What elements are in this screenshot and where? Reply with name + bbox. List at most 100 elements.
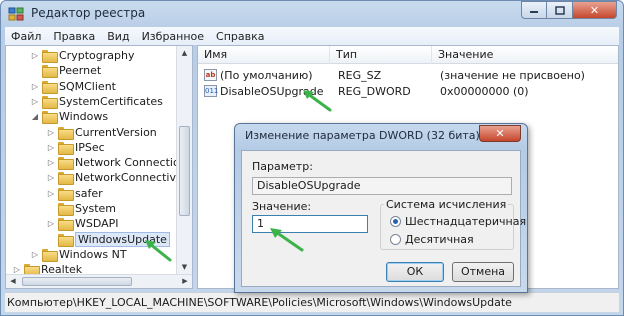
list-row-disableosupgrade[interactable]: 011 DisableOSUpgrade REG_DWORD 0x0000000…	[198, 83, 529, 99]
expand-arrow-icon[interactable]: ▷	[30, 250, 40, 259]
param-label: Параметр:	[252, 160, 313, 173]
radio-unselected-icon	[390, 234, 401, 245]
folder-icon	[58, 126, 74, 140]
cancel-button[interactable]: Отмена	[452, 262, 514, 282]
expand-arrow-icon[interactable]: ▷	[46, 173, 56, 182]
ok-button[interactable]: ОК	[386, 262, 444, 282]
tree-node[interactable]: Peernet	[30, 63, 101, 79]
title-bar: Редактор реестра ✕	[1, 1, 623, 27]
expand-arrow-icon[interactable]: ▷	[46, 143, 56, 152]
close-icon: ✕	[495, 127, 505, 140]
tree-horizontal-scrollbar[interactable]: ◀ ▶	[6, 274, 192, 288]
scroll-up-icon[interactable]: ▲	[177, 46, 192, 60]
dialog-title: Изменение параметра DWORD (32 бита)	[245, 129, 480, 142]
tree-node[interactable]: ▷ WSDAPI	[46, 216, 119, 232]
row-value: (значение не присвоено)	[440, 68, 585, 82]
column-type[interactable]: Тип	[330, 46, 432, 64]
expand-arrow-icon[interactable]: ▷	[46, 128, 56, 137]
expand-arrow-icon[interactable]: ▷	[46, 219, 56, 228]
row-name: DisableOSUpgrade	[220, 84, 324, 98]
dword-value-icon: 011	[204, 85, 219, 97]
maximize-icon	[554, 5, 565, 15]
radio-decimal[interactable]: Десятичная	[390, 233, 474, 246]
dialog-close-button[interactable]: ✕	[479, 125, 521, 142]
tree-node-label: SQMClient	[59, 79, 116, 93]
scroll-thumb[interactable]	[179, 126, 190, 216]
tree-node-label: Network Connections	[75, 156, 193, 170]
radio-selected-icon	[390, 216, 401, 227]
tree-node[interactable]: ▷ safer	[46, 186, 103, 201]
menu-view[interactable]: Вид	[101, 30, 135, 43]
window-title: Редактор реестра	[31, 6, 146, 20]
menu-edit[interactable]: Правка	[47, 30, 101, 43]
dialog-body: Параметр: DisableOSUpgrade Значение: 1 С…	[241, 150, 526, 287]
radio-hexadecimal-label: Шестнадцатеричная	[405, 215, 527, 228]
tree-vertical-scrollbar[interactable]: ▲ ▼	[176, 46, 192, 274]
tree-node[interactable]: WindowsUpdate	[46, 231, 170, 247]
row-type: REG_SZ	[338, 68, 382, 82]
menu-help[interactable]: Справка	[210, 30, 270, 43]
menu-file[interactable]: Файл	[5, 30, 47, 43]
tree-node[interactable]: ▷ SQMClient	[30, 79, 116, 94]
column-name[interactable]: Имя	[198, 46, 330, 64]
scroll-thumb-horizontal[interactable]	[22, 277, 132, 286]
list-row-default[interactable]: ab (По умолчанию) REG_SZ (значение не пр…	[198, 67, 585, 83]
column-value[interactable]: Значение	[432, 46, 618, 64]
value-label: Значение:	[252, 200, 312, 213]
minimize-button[interactable]	[521, 1, 547, 19]
folder-icon	[42, 80, 58, 94]
tree-node-label: CurrentVersion	[75, 125, 157, 139]
folder-icon	[58, 187, 74, 201]
tree-node-label: WindowsUpdate	[75, 231, 170, 247]
base-label: Система исчисления	[384, 198, 509, 211]
row-name: (По умолчанию)	[220, 68, 313, 82]
folder-icon	[42, 65, 58, 79]
key-tree[interactable]: ▷ Realtek ▷ Windows NT WindowsUpdate ▷ WSDAPI S…	[5, 45, 193, 289]
tree-node-label: Windows NT	[59, 247, 127, 261]
row-type: REG_DWORD	[338, 84, 411, 98]
menu-bar: Файл Правка Вид Избранное Справка	[5, 27, 619, 45]
expand-arrow-icon[interactable]: ▷	[46, 158, 56, 167]
list-header: Имя Тип Значение	[198, 46, 618, 64]
tree-node-label: IPSec	[75, 140, 105, 154]
param-name-field: DisableOSUpgrade	[252, 177, 512, 195]
expanded-arrow-icon[interactable]: ◢	[30, 112, 40, 121]
folder-icon	[42, 111, 58, 125]
expand-arrow-icon[interactable]: ▷	[30, 51, 40, 60]
tree-node[interactable]: ▷ Cryptography	[30, 48, 134, 63]
tree-node[interactable]: ▷ Network Connections	[46, 155, 193, 171]
tree-node[interactable]: ▷ NetworkConnectivityS	[46, 170, 192, 186]
folder-icon	[58, 172, 74, 186]
folder-icon	[42, 50, 58, 63]
folder-icon	[58, 203, 74, 216]
radio-hexadecimal[interactable]: Шестнадцатеричная	[390, 215, 526, 228]
folder-icon	[42, 95, 58, 109]
tree-node-label: System	[75, 202, 117, 215]
tree-node[interactable]: ▷ Windows NT	[30, 247, 127, 262]
menu-favorites[interactable]: Избранное	[136, 30, 210, 43]
maximize-button[interactable]	[547, 1, 573, 19]
close-button[interactable]: ✕	[573, 1, 617, 19]
expand-arrow-icon[interactable]: ▷	[30, 97, 40, 106]
tree-node[interactable]: ▷ IPSec	[46, 140, 105, 155]
tree-node[interactable]: ▷ CurrentVersion	[46, 125, 157, 140]
folder-icon	[58, 157, 74, 171]
value-data-input[interactable]: 1	[252, 215, 368, 233]
tree-node-label: Windows	[59, 110, 109, 124]
scroll-right-icon[interactable]: ▶	[178, 275, 192, 288]
tree-node-label: WSDAPI	[75, 217, 119, 231]
edit-dword-dialog: Изменение параметра DWORD (32 бита) ✕ Па…	[234, 123, 528, 293]
folder-icon	[58, 233, 74, 247]
expand-arrow-icon[interactable]: ▷	[12, 265, 22, 274]
tree-node-label: SystemCertificates	[59, 94, 163, 108]
tree-node[interactable]: ▷ SystemCertificates	[30, 94, 163, 109]
scroll-left-icon[interactable]: ◀	[6, 275, 20, 288]
minimize-icon	[530, 11, 538, 13]
tree-node[interactable]: ◢ Windows	[30, 109, 109, 125]
expand-arrow-icon[interactable]: ▷	[30, 82, 40, 91]
scroll-down-icon[interactable]: ▼	[177, 260, 192, 274]
close-icon: ✕	[589, 3, 600, 17]
expand-arrow-icon[interactable]: ▷	[46, 189, 56, 198]
tree-node-label: safer	[75, 186, 103, 200]
tree-node[interactable]: System	[46, 201, 116, 216]
